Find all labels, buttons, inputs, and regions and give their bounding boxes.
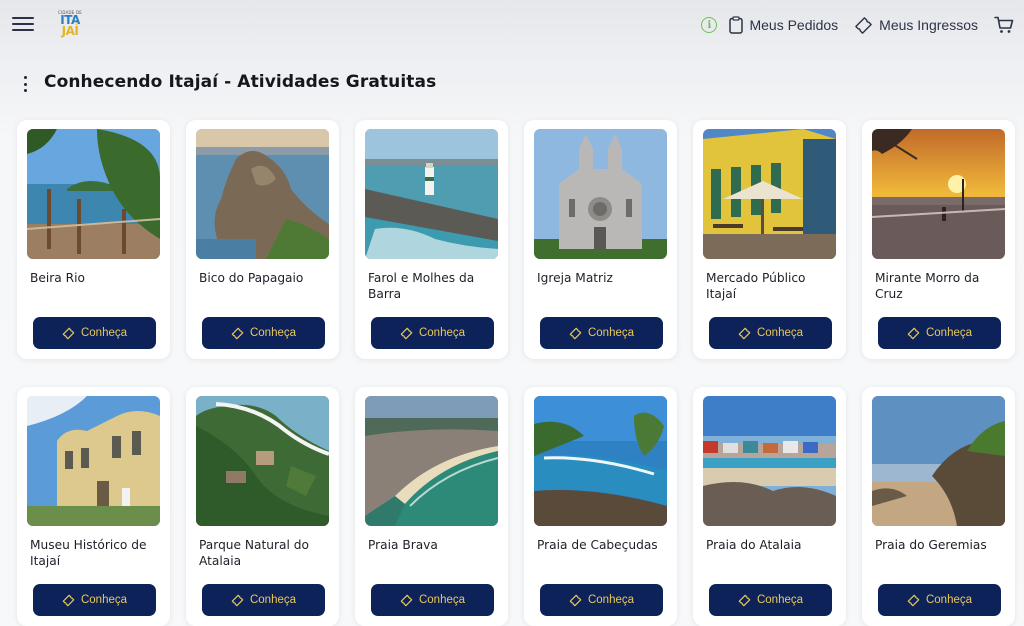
port-beach-photo — [703, 396, 836, 526]
ticket-icon — [62, 327, 75, 340]
conheca-button[interactable]: Conheça — [202, 584, 325, 616]
card-title: Praia Brava — [368, 538, 438, 552]
ticket-icon — [231, 594, 244, 607]
beach-aerial-photo — [365, 396, 498, 526]
card-title: Mercado Público Itajaí — [706, 271, 806, 301]
rock-sea-photo — [196, 129, 329, 259]
ticket-icon — [400, 594, 413, 607]
market-building-photo — [703, 129, 836, 259]
conheca-button[interactable]: Conheça — [878, 317, 1001, 349]
card-title: Parque Natural do Atalaia — [199, 538, 309, 568]
card-title: Museu Histórico de Itajaí — [30, 538, 147, 568]
conheca-button[interactable]: Conheça — [33, 584, 156, 616]
lighthouse-pier-photo — [365, 129, 498, 259]
clipboard-icon — [729, 16, 744, 34]
conheca-button[interactable]: Conheça — [540, 584, 663, 616]
attraction-card[interactable]: Farol e Molhes da Barra Conheça — [355, 120, 508, 359]
park-aerial-photo — [196, 396, 329, 526]
card-title: Farol e Molhes da Barra — [368, 271, 475, 301]
button-label: Conheça — [249, 327, 297, 339]
attraction-card[interactable]: Praia Brava Conheça — [355, 387, 508, 626]
attraction-card[interactable]: Mirante Morro da Cruz Conheça — [862, 120, 1015, 359]
attraction-card[interactable]: Igreja Matriz Conheça — [524, 120, 677, 359]
button-label: Conheça — [925, 594, 973, 606]
conheca-button[interactable]: Conheça — [878, 584, 1001, 616]
ticket-icon — [231, 327, 244, 340]
itajai-logo[interactable]: CIDADE DE ITA JAÍ — [56, 10, 84, 40]
button-label: Conheça — [418, 327, 466, 339]
conheca-button[interactable]: Conheça — [202, 317, 325, 349]
page-title: Conhecendo Itajaí - Atividades Gratuitas — [44, 72, 437, 92]
conheca-button[interactable]: Conheça — [540, 317, 663, 349]
my-orders-link[interactable]: Meus Pedidos — [729, 16, 838, 34]
card-title: Praia de Cabeçudas — [537, 538, 658, 552]
card-title: Beira Rio — [30, 271, 85, 285]
attraction-card[interactable]: Praia do Geremias Conheça — [862, 387, 1015, 626]
card-title: Bico do Papagaio — [199, 271, 304, 285]
nav-right-group: i Meus Pedidos Meus Ingressos — [701, 0, 1024, 50]
ticket-icon — [907, 327, 920, 340]
cove-beach-photo — [534, 396, 667, 526]
conheca-button[interactable]: Conheça — [33, 317, 156, 349]
attraction-card[interactable]: Museu Histórico de Itajaí Conheça — [17, 387, 170, 626]
ticket-icon — [569, 594, 582, 607]
attraction-card[interactable]: Mercado Público Itajaí Conheça — [693, 120, 846, 359]
rocky-beach-photo — [872, 396, 1005, 526]
button-label: Conheça — [925, 327, 973, 339]
card-title: Igreja Matriz — [537, 271, 613, 285]
button-label: Conheça — [587, 327, 635, 339]
attractions-grid: Beira Rio Conheça Bico do Papagaio Conhe… — [17, 120, 1017, 626]
attraction-card[interactable]: Bico do Papagaio Conheça — [186, 120, 339, 359]
conheca-button[interactable]: Conheça — [709, 584, 832, 616]
conheca-button[interactable]: Conheça — [371, 584, 494, 616]
conheca-button[interactable]: Conheça — [371, 317, 494, 349]
ticket-icon — [62, 594, 75, 607]
button-label: Conheça — [756, 594, 804, 606]
cart-icon[interactable] — [994, 16, 1014, 34]
church-photo — [534, 129, 667, 259]
ticket-icon — [400, 327, 413, 340]
ticket-icon — [738, 327, 751, 340]
attraction-card[interactable]: Praia do Atalaia Conheça — [693, 387, 846, 626]
my-tickets-link[interactable]: Meus Ingressos — [854, 16, 978, 35]
logo-line-2: JAÍ — [61, 24, 79, 38]
ticket-icon — [855, 16, 872, 34]
kebab-menu-icon[interactable] — [22, 76, 28, 92]
info-icon[interactable]: i — [701, 17, 718, 33]
card-title: Praia do Geremias — [875, 538, 987, 552]
button-label: Conheça — [587, 594, 635, 606]
button-label: Conheça — [80, 594, 128, 606]
card-title: Mirante Morro da Cruz — [875, 271, 980, 301]
attraction-card[interactable]: Praia de Cabeçudas Conheça — [524, 387, 677, 626]
hamburger-menu-icon[interactable] — [12, 14, 34, 34]
ticket-icon — [907, 594, 920, 607]
button-label: Conheça — [756, 327, 804, 339]
sunset-viewpoint-photo — [872, 129, 1005, 259]
button-label: Conheça — [80, 327, 128, 339]
attraction-card[interactable]: Beira Rio Conheça — [17, 120, 170, 359]
card-title: Praia do Atalaia — [706, 538, 802, 552]
page-header: Conhecendo Itajaí - Atividades Gratuitas — [0, 66, 1024, 102]
conheca-button[interactable]: Conheça — [709, 317, 832, 349]
museum-building-photo — [27, 396, 160, 526]
attraction-card[interactable]: Parque Natural do Atalaia Conheça — [186, 387, 339, 626]
ticket-icon — [569, 327, 582, 340]
my-orders-label: Meus Pedidos — [749, 17, 839, 33]
river-beach-photo — [27, 129, 160, 259]
ticket-icon — [738, 594, 751, 607]
button-label: Conheça — [249, 594, 297, 606]
button-label: Conheça — [418, 594, 466, 606]
my-tickets-label: Meus Ingressos — [879, 17, 978, 33]
top-navigation-bar: CIDADE DE ITA JAÍ i Meus Pedidos Meus In… — [0, 0, 1024, 50]
